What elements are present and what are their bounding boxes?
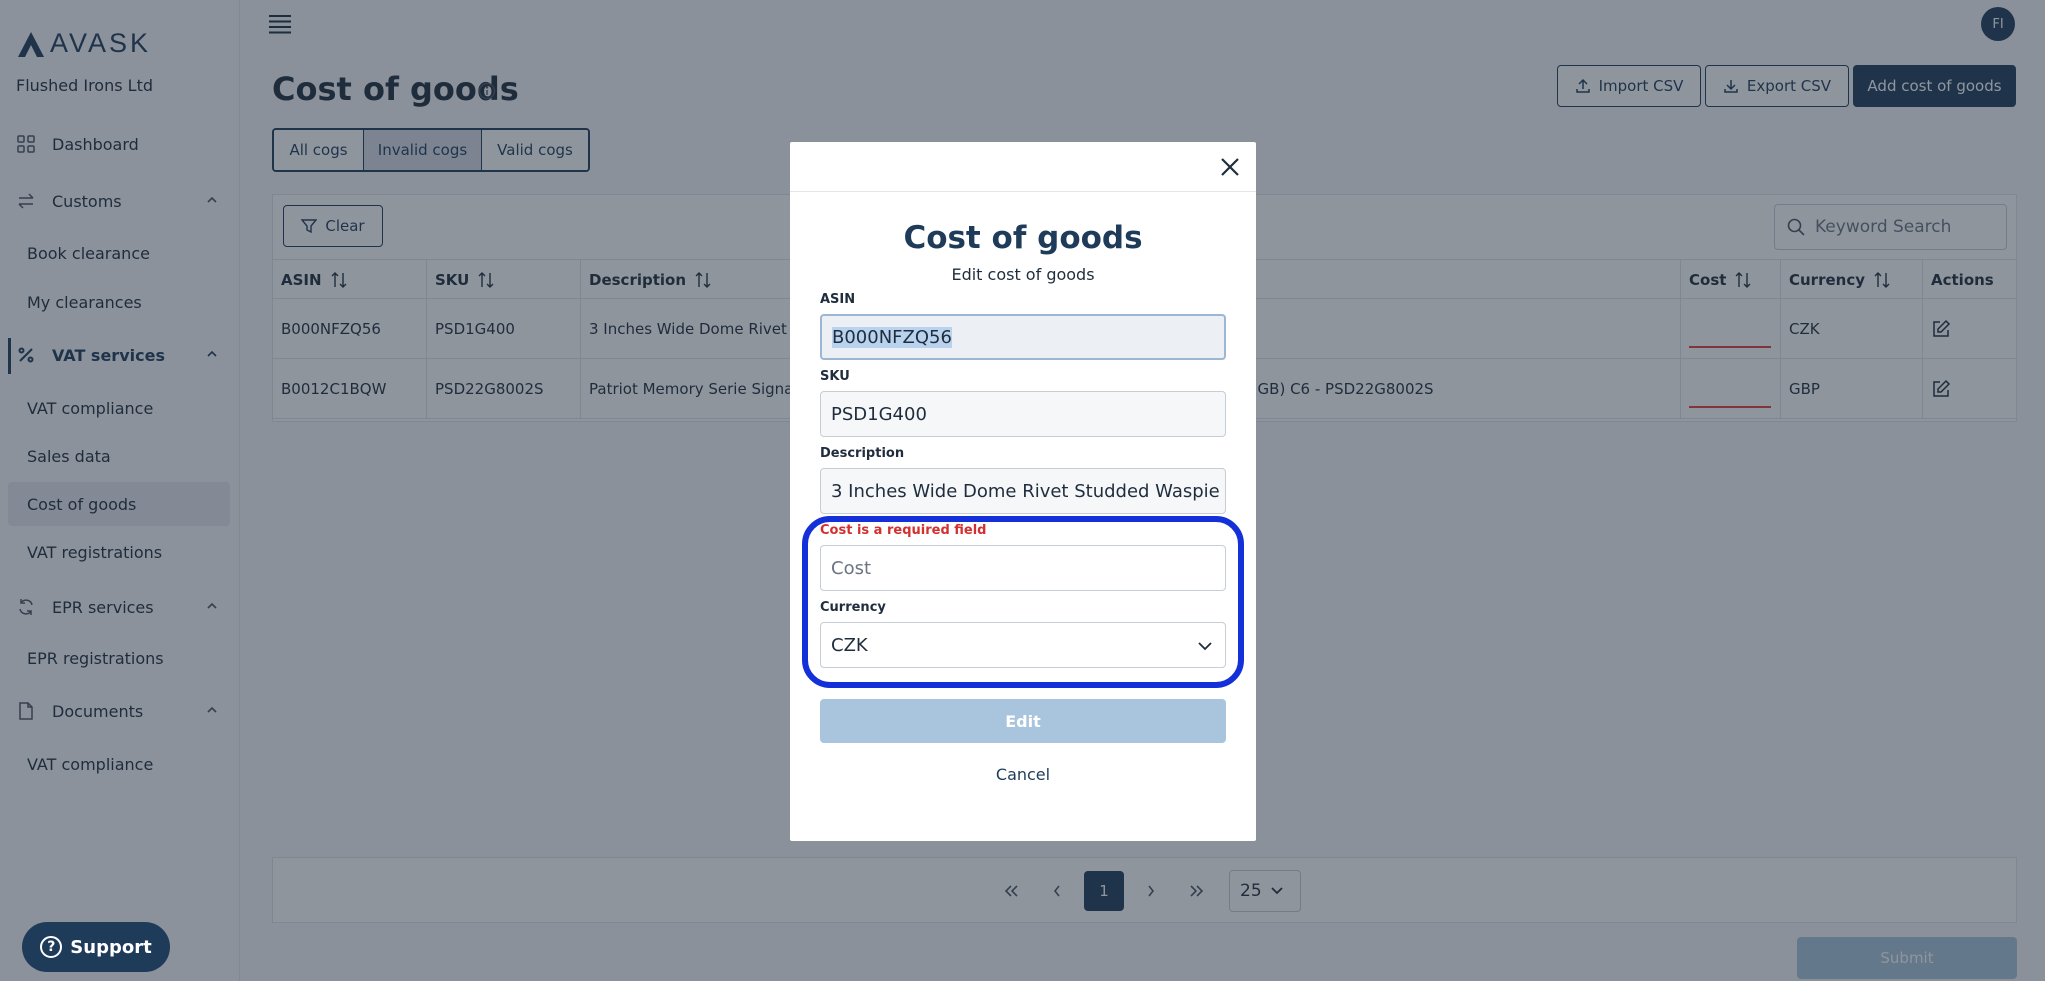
close-icon[interactable]: [1218, 155, 1242, 179]
sku-field[interactable]: PSD1G400: [820, 391, 1226, 437]
asin-label: ASIN: [820, 292, 856, 307]
modal-title: Cost of goods: [903, 220, 1143, 256]
edit-cost-of-goods-modal: Cost of goods Edit cost of goods ASIN B0…: [790, 142, 1256, 841]
modal-header: [790, 142, 1256, 192]
description-label: Description: [820, 446, 905, 461]
sku-label: SKU: [820, 369, 850, 384]
description-field[interactable]: 3 Inches Wide Dome Rivet Studded Waspie …: [820, 468, 1226, 514]
highlight-annotation: [802, 516, 1244, 688]
cancel-button[interactable]: Cancel: [790, 765, 1256, 784]
help-icon: ?: [40, 936, 63, 958]
asin-field[interactable]: B000NFZQ56: [820, 314, 1226, 360]
support-button[interactable]: ? Support: [22, 922, 170, 972]
asin-value: B000NFZQ56: [832, 326, 952, 348]
support-label: Support: [70, 936, 152, 958]
modal-subtitle: Edit cost of goods: [951, 265, 1095, 284]
edit-button[interactable]: Edit: [820, 699, 1226, 743]
